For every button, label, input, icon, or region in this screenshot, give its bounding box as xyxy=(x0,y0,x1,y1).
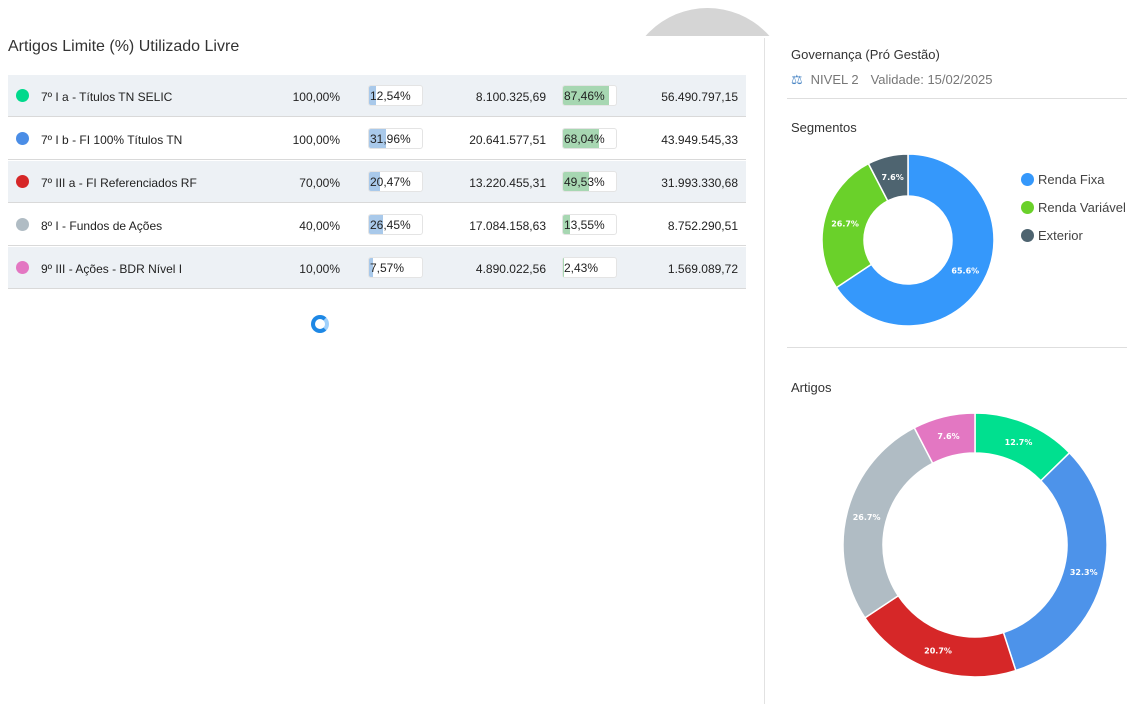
segmentos-donut-chart: 65.6% 26.7% 7.6% xyxy=(821,153,995,327)
row-name: 9º III - Ações - BDR Nível I xyxy=(41,262,183,276)
slice-label: 12.7% xyxy=(1005,438,1033,447)
slice-label: 32.3% xyxy=(1070,568,1098,577)
utilizado-progress-bar: 26,45% xyxy=(368,214,423,235)
slice-label: 7.6% xyxy=(882,173,904,182)
slice-label: 26.7% xyxy=(853,513,881,522)
livre-value: 56.490.797,15 xyxy=(661,90,738,104)
livre-progress-bar: 49,53% xyxy=(562,171,617,192)
table-row[interactable]: 7º I b - FI 100% Títulos TN 100,00% 31,96%… xyxy=(8,118,746,160)
livre-percent: 87,46% xyxy=(564,89,605,103)
legend-swatch xyxy=(1021,200,1034,214)
table-row[interactable]: 9º III - Ações - BDR Nível I 10,00% 7,57% 4… xyxy=(8,247,746,289)
governance-info: ⚖ NIVEL 2 Validade: 15/02/2025 xyxy=(791,72,993,88)
row-limite: 40,00% xyxy=(299,219,340,233)
slice-label: 7.6% xyxy=(937,432,959,441)
table-row[interactable]: 7º III a - FI Referenciados RF 70,00% 20,4… xyxy=(8,161,746,203)
utilizado-percent: 31,96% xyxy=(370,132,411,146)
legend-label: Renda Variável xyxy=(1038,199,1126,215)
row-limite: 70,00% xyxy=(299,176,340,190)
legend-item[interactable]: Exterior xyxy=(1021,221,1126,249)
row-name: 7º III a - FI Referenciados RF xyxy=(41,176,197,190)
donut-slice[interactable] xyxy=(842,426,934,619)
vertical-divider xyxy=(764,38,765,704)
livre-value: 1.569.089,72 xyxy=(667,262,738,276)
utilizado-percent: 12,54% xyxy=(370,89,411,103)
utilizado-progress-bar: 31,96% xyxy=(368,128,423,149)
row-limite: 100,00% xyxy=(292,90,340,104)
livre-percent: 13,55% xyxy=(564,218,605,232)
governance-title: Governança (Pró Gestão) xyxy=(791,47,940,62)
utilizado-value: 20.641.577,51 xyxy=(469,133,546,147)
utilizado-percent: 20,47% xyxy=(370,175,411,189)
category-color-dot xyxy=(16,218,29,231)
legend-swatch xyxy=(1021,172,1034,186)
livre-progress-bar: 13,55% xyxy=(562,214,617,235)
balance-scale-icon: ⚖ xyxy=(791,72,803,87)
livre-value: 43.949.545,33 xyxy=(661,133,738,147)
livre-progress-bar: 87,46% xyxy=(562,85,617,106)
artigos-donut-chart: 12.7% 32.3% 20.7% 26.7% 7.6% xyxy=(842,412,1108,678)
category-color-dot xyxy=(16,132,29,145)
utilizado-percent: 26,45% xyxy=(370,218,411,232)
col-header-artigos[interactable]: Artigos xyxy=(8,38,58,55)
allocation-table: Artigos Limite (%) Utilizado Livre 7º I … xyxy=(8,38,746,289)
utilizado-value: 17.084.158,63 xyxy=(469,219,546,233)
col-header-livre[interactable]: Livre xyxy=(205,38,240,55)
livre-progress-bar: 2,43% xyxy=(562,257,617,278)
decorative-arc xyxy=(625,8,790,36)
utilizado-value: 8.100.325,69 xyxy=(475,90,546,104)
table-row[interactable]: 7º I a - Títulos TN SELIC 100,00% 12,54% 8.… xyxy=(8,75,746,117)
segmentos-title: Segmentos xyxy=(791,120,857,135)
col-header-limite[interactable]: Limite (%) xyxy=(62,38,134,55)
category-color-dot xyxy=(16,261,29,274)
slice-label: 26.7% xyxy=(831,220,859,229)
utilizado-value: 13.220.455,31 xyxy=(469,176,546,190)
row-name: 7º I b - FI 100% Títulos TN xyxy=(41,133,183,147)
utilizado-progress-bar: 7,57% xyxy=(368,257,423,278)
donut-slice[interactable] xyxy=(1002,451,1108,672)
col-header-utilizado[interactable]: Utilizado xyxy=(139,38,200,55)
utilizado-value: 4.890.022,56 xyxy=(475,262,546,276)
artigos-title: Artigos xyxy=(791,380,832,395)
utilizado-progress-bar: 12,54% xyxy=(368,85,423,106)
livre-value: 31.993.330,68 xyxy=(661,176,738,190)
category-color-dot xyxy=(16,89,29,102)
livre-percent: 49,53% xyxy=(564,175,605,189)
slice-label: 20.7% xyxy=(924,647,952,656)
row-limite: 10,00% xyxy=(299,262,340,276)
segmentos-legend: Renda Fixa Renda Variável Exterior xyxy=(1021,165,1126,249)
table-row[interactable]: 8º I - Fundos de Ações 40,00% 26,45% 17.084… xyxy=(8,204,746,246)
livre-percent: 68,04% xyxy=(564,132,605,146)
livre-percent: 2,43% xyxy=(564,261,599,275)
livre-progress-bar: 68,04% xyxy=(562,128,617,149)
governance-validity: Validade: 15/02/2025 xyxy=(870,72,993,87)
divider xyxy=(787,98,1127,99)
utilizado-progress-bar: 20,47% xyxy=(368,171,423,192)
donut-slice[interactable] xyxy=(863,594,1017,678)
category-color-dot xyxy=(16,175,29,188)
utilizado-percent: 7,57% xyxy=(370,261,405,275)
legend-label: Exterior xyxy=(1038,227,1083,243)
loading-spinner-icon xyxy=(311,315,329,333)
legend-item[interactable]: Renda Fixa xyxy=(1021,165,1126,193)
slice-label: 65.6% xyxy=(951,267,979,276)
governance-level: NIVEL 2 xyxy=(810,72,859,87)
legend-swatch xyxy=(1021,228,1034,242)
row-name: 7º I a - Títulos TN SELIC xyxy=(41,90,173,104)
row-name: 8º I - Fundos de Ações xyxy=(41,219,163,233)
table-header: Artigos Limite (%) Utilizado Livre xyxy=(8,38,746,56)
legend-label: Renda Fixa xyxy=(1038,171,1105,187)
livre-value: 8.752.290,51 xyxy=(667,219,738,233)
row-limite: 100,00% xyxy=(292,133,340,147)
legend-item[interactable]: Renda Variável xyxy=(1021,193,1126,221)
divider xyxy=(787,347,1127,348)
